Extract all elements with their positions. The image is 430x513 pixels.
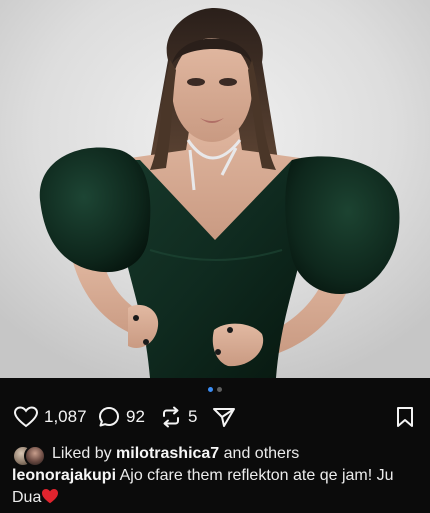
- like-button[interactable]: 1,087: [14, 406, 87, 428]
- liker-avatars: [12, 444, 52, 467]
- repost-icon: [163, 406, 179, 428]
- portrait-photo: [0, 0, 430, 378]
- post-caption: leonorajakupi Ajo cfare them reflekton a…: [12, 465, 412, 511]
- liked-by-suffix: and others: [223, 445, 300, 462]
- red-heart-icon: [41, 488, 59, 511]
- liked-by-user[interactable]: milotrashica7: [116, 445, 219, 463]
- comment-count: 92: [126, 407, 145, 426]
- caption-username[interactable]: leonorajakupi: [12, 467, 116, 484]
- repost-count: 5: [188, 407, 198, 426]
- liked-by-prefix: Liked by: [52, 445, 112, 462]
- liked-by-row[interactable]: Liked by milotrashica7 and others: [12, 443, 300, 467]
- repost-button[interactable]: 5: [160, 406, 197, 428]
- heart-icon: [14, 406, 38, 428]
- send-icon: [213, 408, 235, 427]
- comment-button[interactable]: 92: [98, 406, 145, 428]
- comment-icon: [99, 407, 119, 427]
- post-actions-bar: 1,087 92 5: [0, 406, 430, 432]
- share-button[interactable]: [212, 406, 236, 428]
- post-photo[interactable]: [0, 0, 430, 378]
- bookmark-icon: [397, 407, 413, 427]
- avatar: [24, 445, 46, 467]
- carousel-dot-active: [208, 387, 213, 392]
- like-count: 1,087: [44, 407, 87, 426]
- save-button[interactable]: [396, 406, 414, 433]
- carousel-dot: [217, 387, 222, 392]
- carousel-indicator: [0, 387, 430, 395]
